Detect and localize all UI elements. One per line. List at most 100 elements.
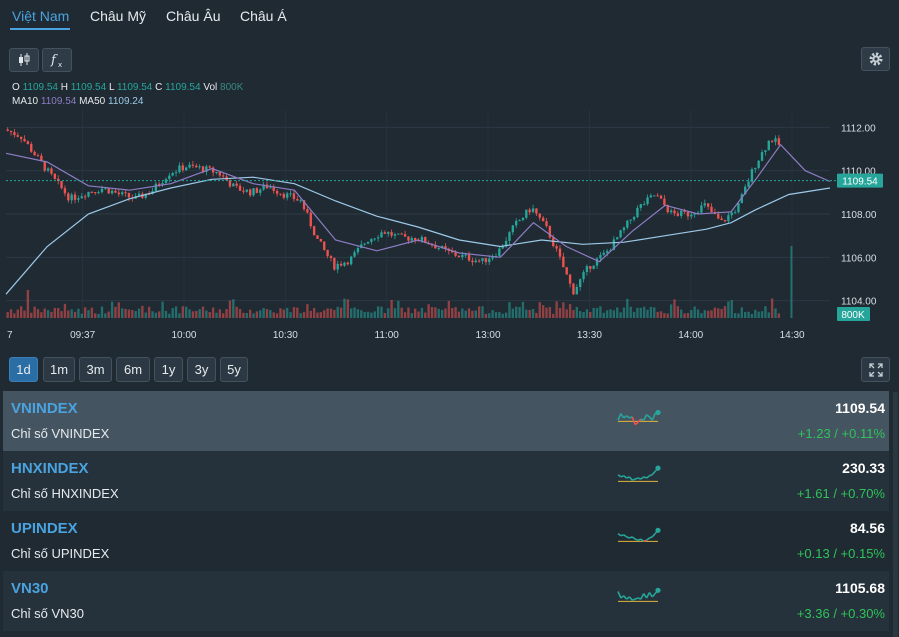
volume-bar xyxy=(242,312,245,318)
sparkline-segment xyxy=(623,534,628,538)
index-symbol[interactable]: VN30 xyxy=(11,580,49,597)
candle-body xyxy=(629,219,632,221)
candle-body xyxy=(747,181,750,187)
index-symbol[interactable]: VNINDEX xyxy=(11,400,78,417)
volume-bar xyxy=(713,307,717,318)
volume-bar xyxy=(87,310,90,318)
volume-bar xyxy=(632,311,636,318)
candle-body xyxy=(218,171,222,176)
tab-chau-au[interactable]: Châu Âu xyxy=(166,8,220,24)
range-3m-button[interactable]: 3m xyxy=(79,357,112,382)
sparkline-segment xyxy=(640,593,645,600)
volume-bar xyxy=(279,308,282,318)
candle-body xyxy=(346,262,349,265)
range-1d-button[interactable]: 1d xyxy=(9,357,38,382)
candle-body xyxy=(454,252,457,256)
volume-bar xyxy=(582,311,585,318)
volume-bar xyxy=(562,302,565,318)
volume-bar xyxy=(541,305,545,318)
candle-body xyxy=(545,221,548,227)
sparkline-segment xyxy=(626,596,630,600)
index-row-upindex[interactable]: UPINDEX Chỉ số UPINDEX 84.56 +0.13 / +0.… xyxy=(3,511,889,571)
chart-type-button[interactable] xyxy=(9,48,39,72)
candle-body xyxy=(329,256,333,258)
candle-body xyxy=(343,262,346,266)
candlesticks xyxy=(6,127,781,295)
candle-body xyxy=(568,274,572,284)
volume-bar xyxy=(690,310,693,318)
sparkline-segment xyxy=(617,474,622,478)
volume-bar xyxy=(575,306,578,318)
range-1m-button[interactable]: 1m xyxy=(43,357,75,382)
candle-body xyxy=(710,206,713,213)
volume-bar xyxy=(760,311,764,318)
volume-bar xyxy=(296,307,299,318)
volume-bar xyxy=(326,308,329,318)
index-symbol[interactable]: HNXINDEX xyxy=(11,460,89,477)
sparkline-segment xyxy=(634,597,639,600)
sparkline-segment xyxy=(634,538,639,541)
fullscreen-button[interactable] xyxy=(861,357,890,382)
volume-bar xyxy=(521,301,525,318)
candle-body xyxy=(326,249,329,257)
tab-viet-nam[interactable]: Việt Nam xyxy=(12,8,69,24)
sparkline-segment xyxy=(623,415,628,419)
volume-bar xyxy=(471,310,474,318)
volume-bar xyxy=(137,308,141,318)
volume-bar xyxy=(572,309,575,318)
active-tab-indicator xyxy=(10,28,70,30)
volume-bar xyxy=(218,309,222,318)
candle-body xyxy=(309,212,312,227)
range-5y-button[interactable]: 5y xyxy=(220,357,248,382)
index-row-vn30[interactable]: VN30 Chỉ số VN30 1105.68 +3.36 / +0.30% xyxy=(3,571,889,631)
list-scrollbar[interactable] xyxy=(893,392,898,637)
volume-bar xyxy=(104,313,107,318)
chart-settings-button[interactable] xyxy=(861,47,890,71)
index-row-hnxindex[interactable]: HNXINDEX Chỉ số HNXINDEX 230.33 +1.61 / … xyxy=(3,451,889,511)
candle-body xyxy=(191,164,195,166)
indicators-button[interactable]: f x xyxy=(42,48,72,72)
range-3y-button[interactable]: 3y xyxy=(187,357,216,382)
candle-body xyxy=(235,183,238,186)
volume-bar xyxy=(397,300,400,318)
candle-body xyxy=(292,193,296,200)
volume-bar xyxy=(353,307,356,318)
volume-bar xyxy=(770,298,774,318)
sparkline-segment xyxy=(643,414,648,421)
index-row-vnindex[interactable]: VNINDEX Chỉ số VNINDEX 1109.54 +1.23 / +… xyxy=(3,391,889,451)
volume-bar xyxy=(727,301,730,318)
tab-chau-a[interactable]: Châu Á xyxy=(240,8,287,24)
volume-bar xyxy=(744,311,747,318)
candle-body xyxy=(703,203,706,206)
candle-body xyxy=(286,193,289,198)
volume-bar xyxy=(336,306,339,318)
volume-bar xyxy=(90,307,94,318)
volume-bar xyxy=(195,310,198,318)
x-tick-label: 13:00 xyxy=(476,330,501,341)
volume-bar xyxy=(127,309,131,318)
candle-body xyxy=(511,225,515,233)
volume-bar xyxy=(114,306,117,318)
candle-body xyxy=(356,248,360,253)
range-6m-button[interactable]: 6m xyxy=(116,357,150,382)
volume-bar xyxy=(107,311,110,318)
volume-bar xyxy=(440,309,444,318)
volume-bar xyxy=(339,307,343,318)
price-chart[interactable]: 1112.001110.001108.001106.001104.00 7 09:… xyxy=(0,100,899,350)
volume-bar xyxy=(343,298,346,318)
index-symbol[interactable]: UPINDEX xyxy=(11,520,78,537)
volume-bar xyxy=(168,313,171,318)
candle-body xyxy=(73,194,77,200)
tab-chau-my[interactable]: Châu Mỹ xyxy=(90,8,146,24)
candle-body xyxy=(208,166,211,168)
range-1y-button[interactable]: 1y xyxy=(154,357,183,382)
volume-bar xyxy=(178,313,181,318)
candle-body xyxy=(619,230,622,238)
volume-bar xyxy=(188,309,191,318)
volume-bar xyxy=(275,313,279,318)
volume-bar xyxy=(363,311,366,318)
volume-bar xyxy=(158,311,161,318)
sparkline-segment xyxy=(623,595,628,600)
candle-body xyxy=(299,200,302,202)
volume-bar xyxy=(43,308,46,318)
